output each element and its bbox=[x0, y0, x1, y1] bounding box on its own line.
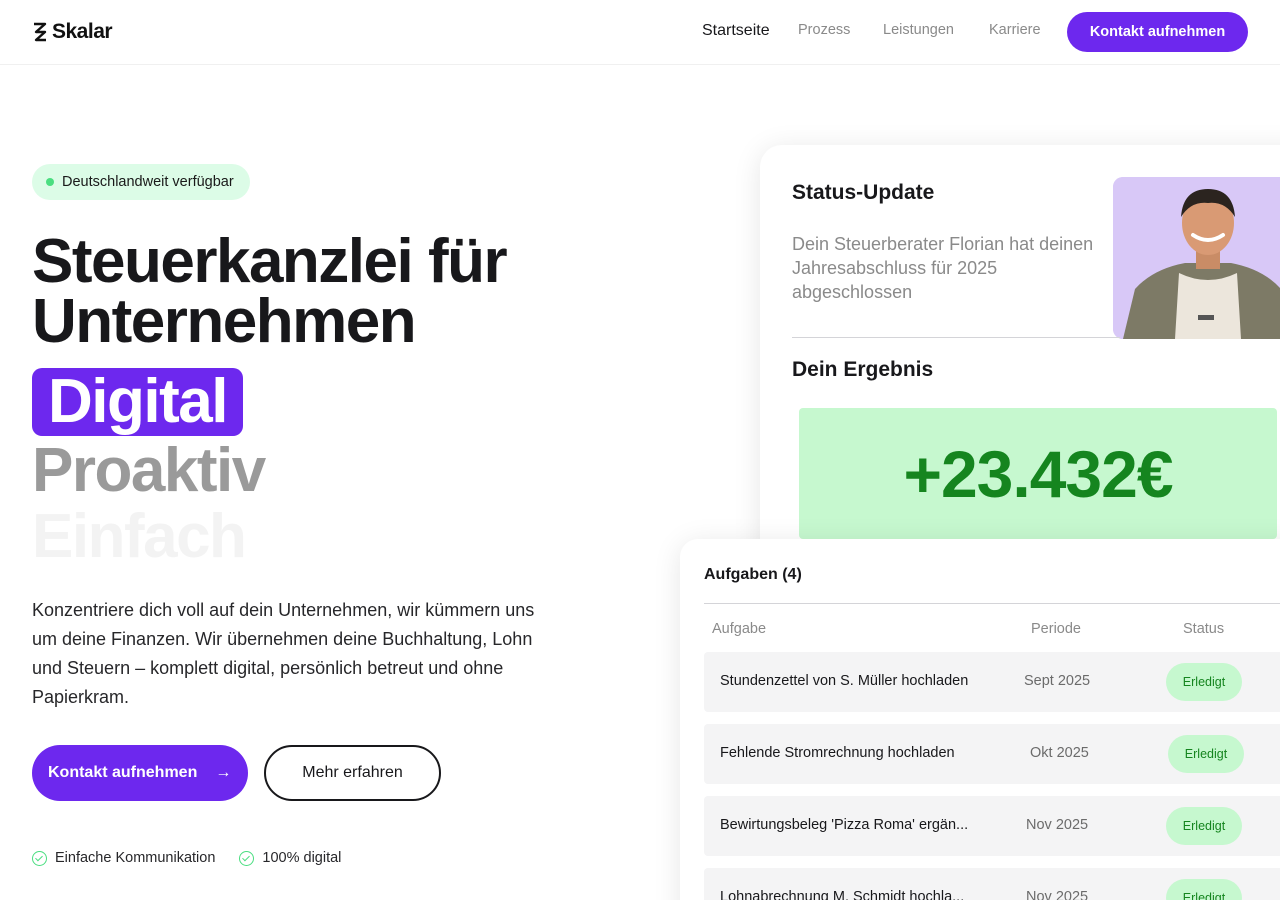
result-title: Dein Ergebnis bbox=[792, 358, 934, 381]
check-circle-icon bbox=[239, 850, 255, 866]
advisor-photo-icon bbox=[1113, 177, 1280, 339]
status-card-message: Dein Steuerberater Florian hat deinen Ja… bbox=[792, 234, 1094, 302]
tasks-card: Aufgaben (4) Aufgabe Periode Status Stun… bbox=[680, 539, 1280, 900]
hero-description: Konzentriere dich voll auf dein Unterneh… bbox=[32, 600, 535, 707]
result-highlight: +23.432€ bbox=[799, 408, 1277, 539]
rotating-word-proaktiv: Proaktiv bbox=[32, 436, 266, 505]
nav-item-leistungen[interactable]: Leistungen bbox=[883, 22, 954, 38]
advisor-avatar bbox=[1113, 177, 1280, 339]
nav-item-karriere[interactable]: Karriere bbox=[989, 22, 1041, 38]
brand-logo[interactable]: Skalar bbox=[32, 20, 113, 44]
check-circle-icon bbox=[32, 850, 47, 866]
column-header-task: Aufgabe bbox=[712, 621, 767, 637]
status-badge: Erledigt bbox=[1168, 735, 1244, 773]
column-header-period: Periode bbox=[1031, 621, 1081, 637]
task-period: Okt 2025 bbox=[1030, 745, 1089, 761]
task-period: Sept 2025 bbox=[1024, 673, 1091, 689]
task-name: Stundenzettel von S. Müller hochladen bbox=[720, 673, 969, 689]
feature-list: Einfache Kommunikation 100% digital bbox=[32, 850, 341, 866]
contact-button-label: Kontakt aufnehmen bbox=[48, 764, 198, 781]
status-badge: Erledigt bbox=[1166, 807, 1242, 845]
status-dot-icon bbox=[46, 178, 54, 186]
feature-item: 100% digital bbox=[239, 850, 341, 866]
tasks-card-divider bbox=[704, 603, 1280, 604]
feature-label: 100% digital bbox=[262, 850, 342, 866]
task-name: Bewirtungsbeleg 'Pizza Roma' ergän... bbox=[720, 817, 969, 833]
hero-title-line1: Steuerkanzlei für bbox=[32, 227, 508, 296]
arrow-right-icon: → bbox=[215, 764, 232, 781]
nav-item-prozess[interactable]: Prozess bbox=[798, 22, 850, 38]
rotating-word-digital: Digital bbox=[32, 368, 243, 436]
status-badge: Erledigt bbox=[1166, 663, 1242, 701]
table-row[interactable]: Stundenzettel von S. Müller hochladen Se… bbox=[704, 652, 1280, 712]
result-value: +23.432€ bbox=[903, 436, 1173, 511]
status-card-title: Status-Update bbox=[792, 181, 935, 204]
badge-label: Deutschlandweit verfügbar bbox=[62, 174, 234, 190]
brand-name: Skalar bbox=[52, 20, 113, 43]
table-row[interactable]: Fehlende Stromrechnung hochladen Okt 202… bbox=[704, 724, 1280, 784]
site-header: Skalar Startseite Prozess Leistungen Kar… bbox=[0, 0, 1280, 65]
status-badge: Erledigt bbox=[1166, 879, 1242, 900]
task-period: Nov 2025 bbox=[1026, 889, 1089, 900]
hero-title-line2: Unternehmen bbox=[32, 287, 417, 356]
availability-badge: Deutschlandweit verfügbar bbox=[32, 164, 250, 200]
table-row[interactable]: Bewirtungsbeleg 'Pizza Roma' ergän... No… bbox=[704, 796, 1280, 856]
learn-more-button[interactable]: Mehr erfahren bbox=[264, 745, 441, 801]
tasks-card-title: Aufgaben (4) bbox=[704, 566, 802, 583]
header-contact-button[interactable]: Kontakt aufnehmen bbox=[1067, 12, 1248, 52]
nav-item-startseite[interactable]: Startseite bbox=[702, 22, 770, 40]
status-update-card: Status-Update Dein Steuerberater Florian… bbox=[760, 145, 1280, 575]
status-card-divider bbox=[792, 337, 1120, 338]
column-header-status: Status bbox=[1183, 621, 1225, 637]
table-row[interactable]: Lohnabrechnung M. Schmidt hochla... Nov … bbox=[704, 868, 1280, 900]
skalar-logo-icon bbox=[34, 22, 47, 42]
hero-title: Steuerkanzlei für Unternehmen bbox=[32, 231, 672, 353]
task-name: Lohnabrechnung M. Schmidt hochla... bbox=[720, 889, 965, 900]
rotating-word-einfach: Einfach bbox=[32, 502, 247, 571]
task-name: Fehlende Stromrechnung hochladen bbox=[720, 745, 955, 761]
contact-button[interactable]: Kontakt aufnehmen → bbox=[32, 745, 248, 801]
task-period: Nov 2025 bbox=[1026, 817, 1089, 833]
feature-item: Einfache Kommunikation bbox=[32, 850, 215, 866]
feature-label: Einfache Kommunikation bbox=[55, 850, 216, 866]
